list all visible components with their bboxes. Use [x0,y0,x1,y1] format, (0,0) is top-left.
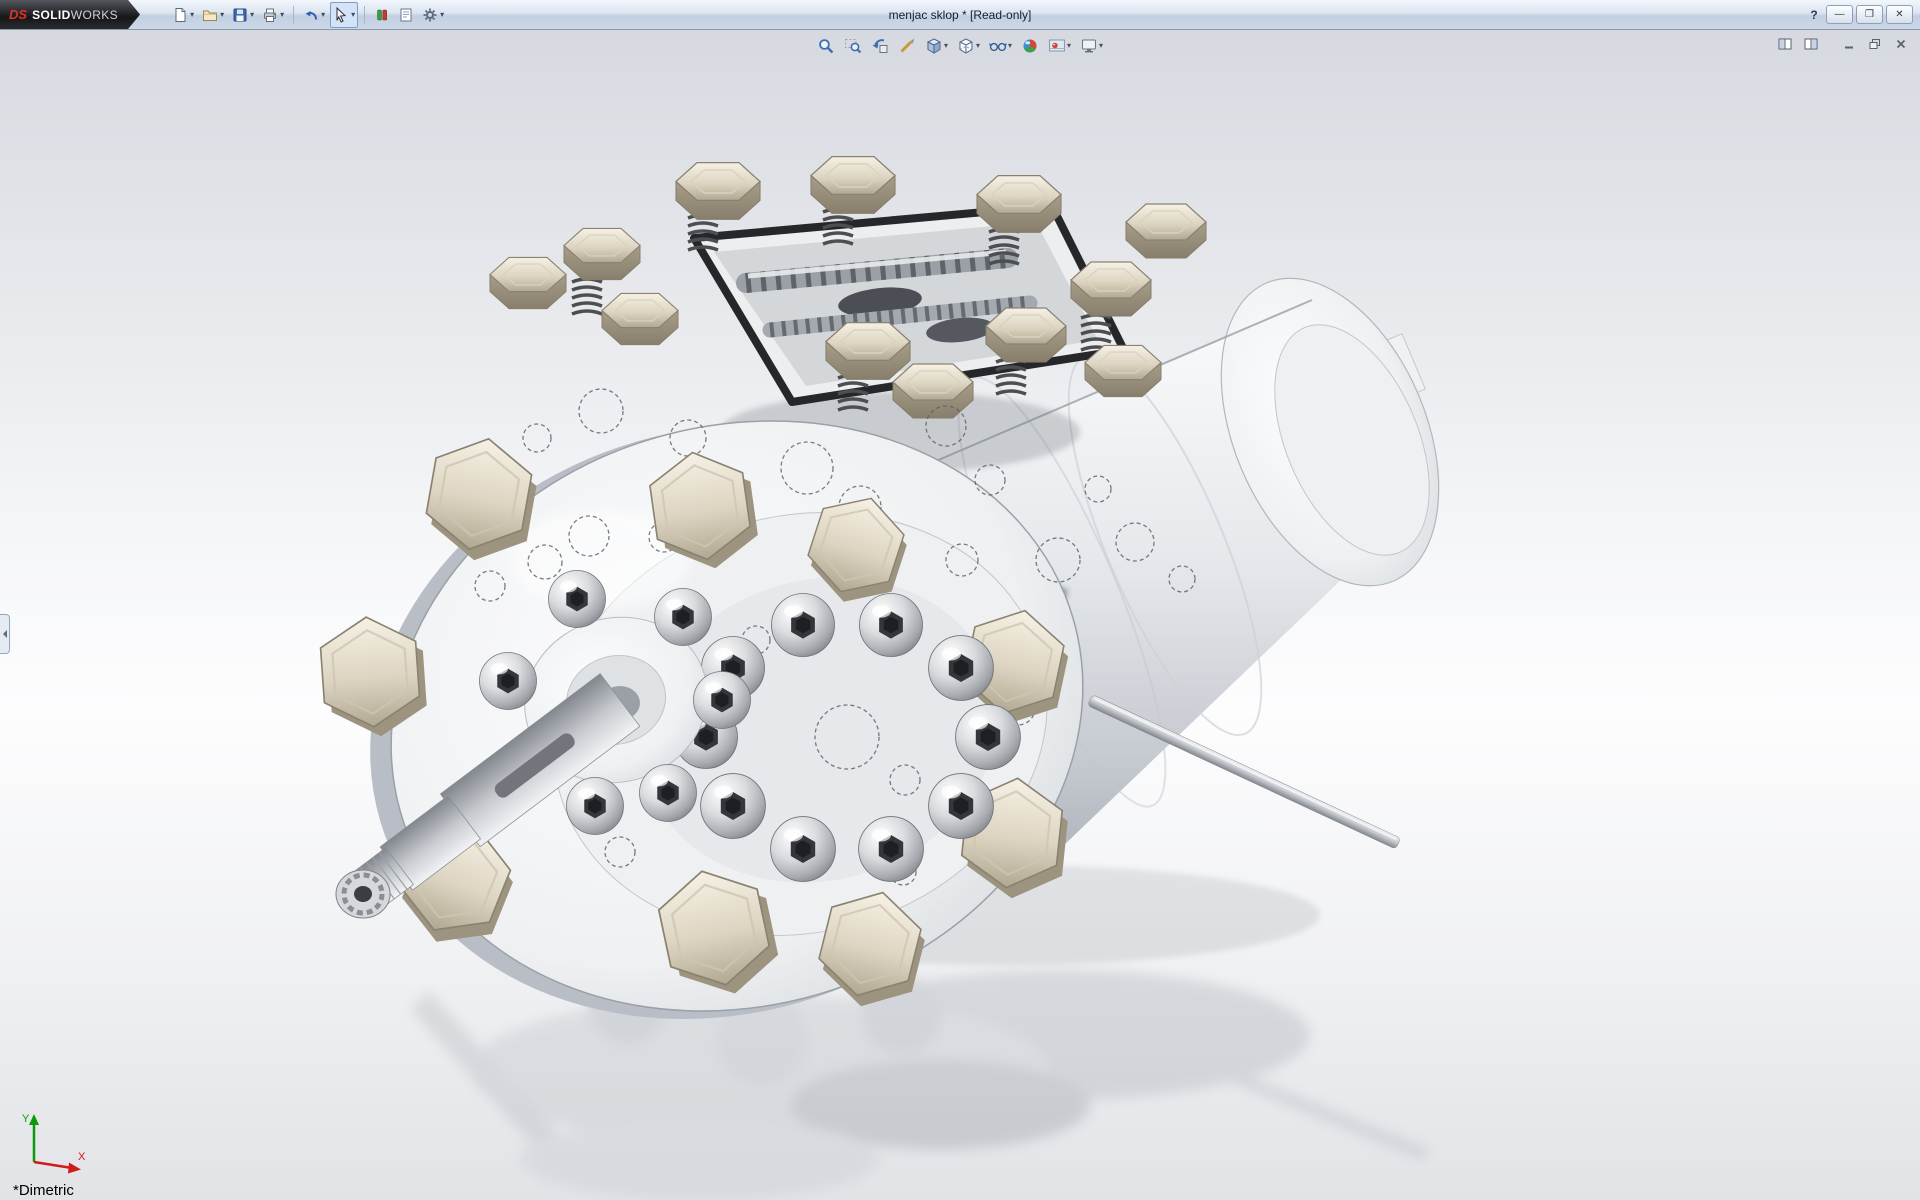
brand-works: WORKS [71,8,118,22]
new-document-icon [172,7,188,23]
new-document-button[interactable]: ▾ [169,2,197,28]
select-cursor-icon [333,7,349,23]
model-3d [0,29,1920,1200]
solidworks-logo: DS SOLIDWORKS [0,0,140,29]
doc-close-icon [1894,38,1908,50]
ds-logo-icon: DS [9,7,27,22]
graphics-viewport[interactable]: ▾ ▾ ▾ [0,29,1920,1200]
x-axis-label: X [78,1151,86,1163]
view-settings-button[interactable]: ▾ [1077,34,1106,58]
doc-minimize-icon [1842,38,1856,50]
y-axis-arrow [29,1114,39,1125]
tile-pane-left-icon [1778,38,1792,50]
apply-scene-button[interactable]: ▾ [1045,34,1074,58]
print-button[interactable]: ▾ [259,2,287,28]
eyeglasses-icon [989,37,1007,55]
zoom-to-area-button[interactable] [841,34,865,58]
dropdown-arrow[interactable]: ▾ [220,11,224,19]
doc-close-button[interactable] [1890,34,1912,53]
model-reflection [410,965,1428,1200]
brand-solid: SOLID [32,8,71,22]
doc-restore-button[interactable] [1864,34,1886,53]
print-icon [262,7,278,23]
toolbar-separator [293,6,294,24]
previous-view-icon [871,37,889,55]
maximize-button[interactable]: ❐ [1856,5,1883,24]
undo-button[interactable]: ▾ [300,2,328,28]
titlebar: DS SOLIDWORKS ▾ ▾ ▾ [0,0,1920,30]
dropdown-arrow[interactable]: ▾ [440,11,444,19]
previous-view-button[interactable] [868,34,892,58]
toolbar-separator [364,6,365,24]
dropdown-arrow[interactable]: ▾ [280,11,284,19]
window-title: menjac sklop * [Read-only] [889,8,1032,22]
tile-pane-left-button[interactable] [1774,34,1796,53]
orientation-triad: Y X [18,1110,94,1178]
save-button[interactable]: ▾ [229,2,257,28]
y-axis-label: Y [22,1113,30,1125]
view-orientation-button[interactable]: ▾ [922,34,951,58]
x-axis-arrow [68,1163,81,1174]
save-floppy-icon [232,7,248,23]
dropdown-arrow[interactable]: ▾ [1099,42,1103,50]
model-top-cover[interactable] [490,157,1206,418]
options-button[interactable]: ▾ [419,2,447,28]
options-gear-icon [422,7,438,23]
zoom-to-area-icon [844,37,862,55]
rebuild-stoplight-icon [374,7,390,23]
edit-appearance-button[interactable] [1018,34,1042,58]
document-window-controls [1774,34,1912,53]
dropdown-arrow[interactable]: ▾ [944,42,948,50]
help-button[interactable]: ? [1805,6,1823,23]
section-view-button[interactable] [895,34,919,58]
file-properties-icon [398,7,414,23]
dropdown-arrow[interactable]: ▾ [1067,42,1071,50]
window-controls: ? — ❐ ✕ [1805,5,1920,24]
display-style-button[interactable]: ▾ [954,34,983,58]
doc-minimize-button[interactable] [1838,34,1860,53]
zoom-to-fit-button[interactable] [814,34,838,58]
file-properties-button[interactable] [395,2,417,28]
undo-icon [303,7,319,23]
minimize-button[interactable]: — [1826,5,1853,24]
dropdown-arrow[interactable]: ▾ [250,11,254,19]
open-button[interactable]: ▾ [199,2,227,28]
dropdown-arrow[interactable]: ▾ [1008,42,1012,50]
select-button[interactable]: ▾ [330,2,358,28]
tile-pane-right-icon [1804,38,1818,50]
view-orientation-label: *Dimetric [13,1182,74,1199]
dropdown-arrow[interactable]: ▾ [321,11,325,19]
panel-collapse-tab[interactable] [0,614,10,654]
section-view-icon [898,37,916,55]
apply-scene-icon [1048,37,1066,55]
rebuild-button[interactable] [371,2,393,28]
doc-restore-icon [1868,38,1882,50]
appearance-sphere-icon [1021,37,1039,55]
view-orientation-cube-icon [925,37,943,55]
hide-show-items-button[interactable]: ▾ [986,34,1015,58]
zoom-to-fit-icon [817,37,835,55]
heads-up-view-toolbar: ▾ ▾ ▾ [814,34,1106,58]
view-settings-icon [1080,37,1098,55]
dropdown-arrow[interactable]: ▾ [351,11,355,19]
dropdown-arrow[interactable]: ▾ [190,11,194,19]
open-folder-icon [202,7,218,23]
dropdown-arrow[interactable]: ▾ [976,42,980,50]
close-button[interactable]: ✕ [1886,5,1913,24]
solidworks-app: DS SOLIDWORKS ▾ ▾ ▾ [0,0,1920,1200]
tile-pane-right-button[interactable] [1800,34,1822,53]
display-style-icon [957,37,975,55]
